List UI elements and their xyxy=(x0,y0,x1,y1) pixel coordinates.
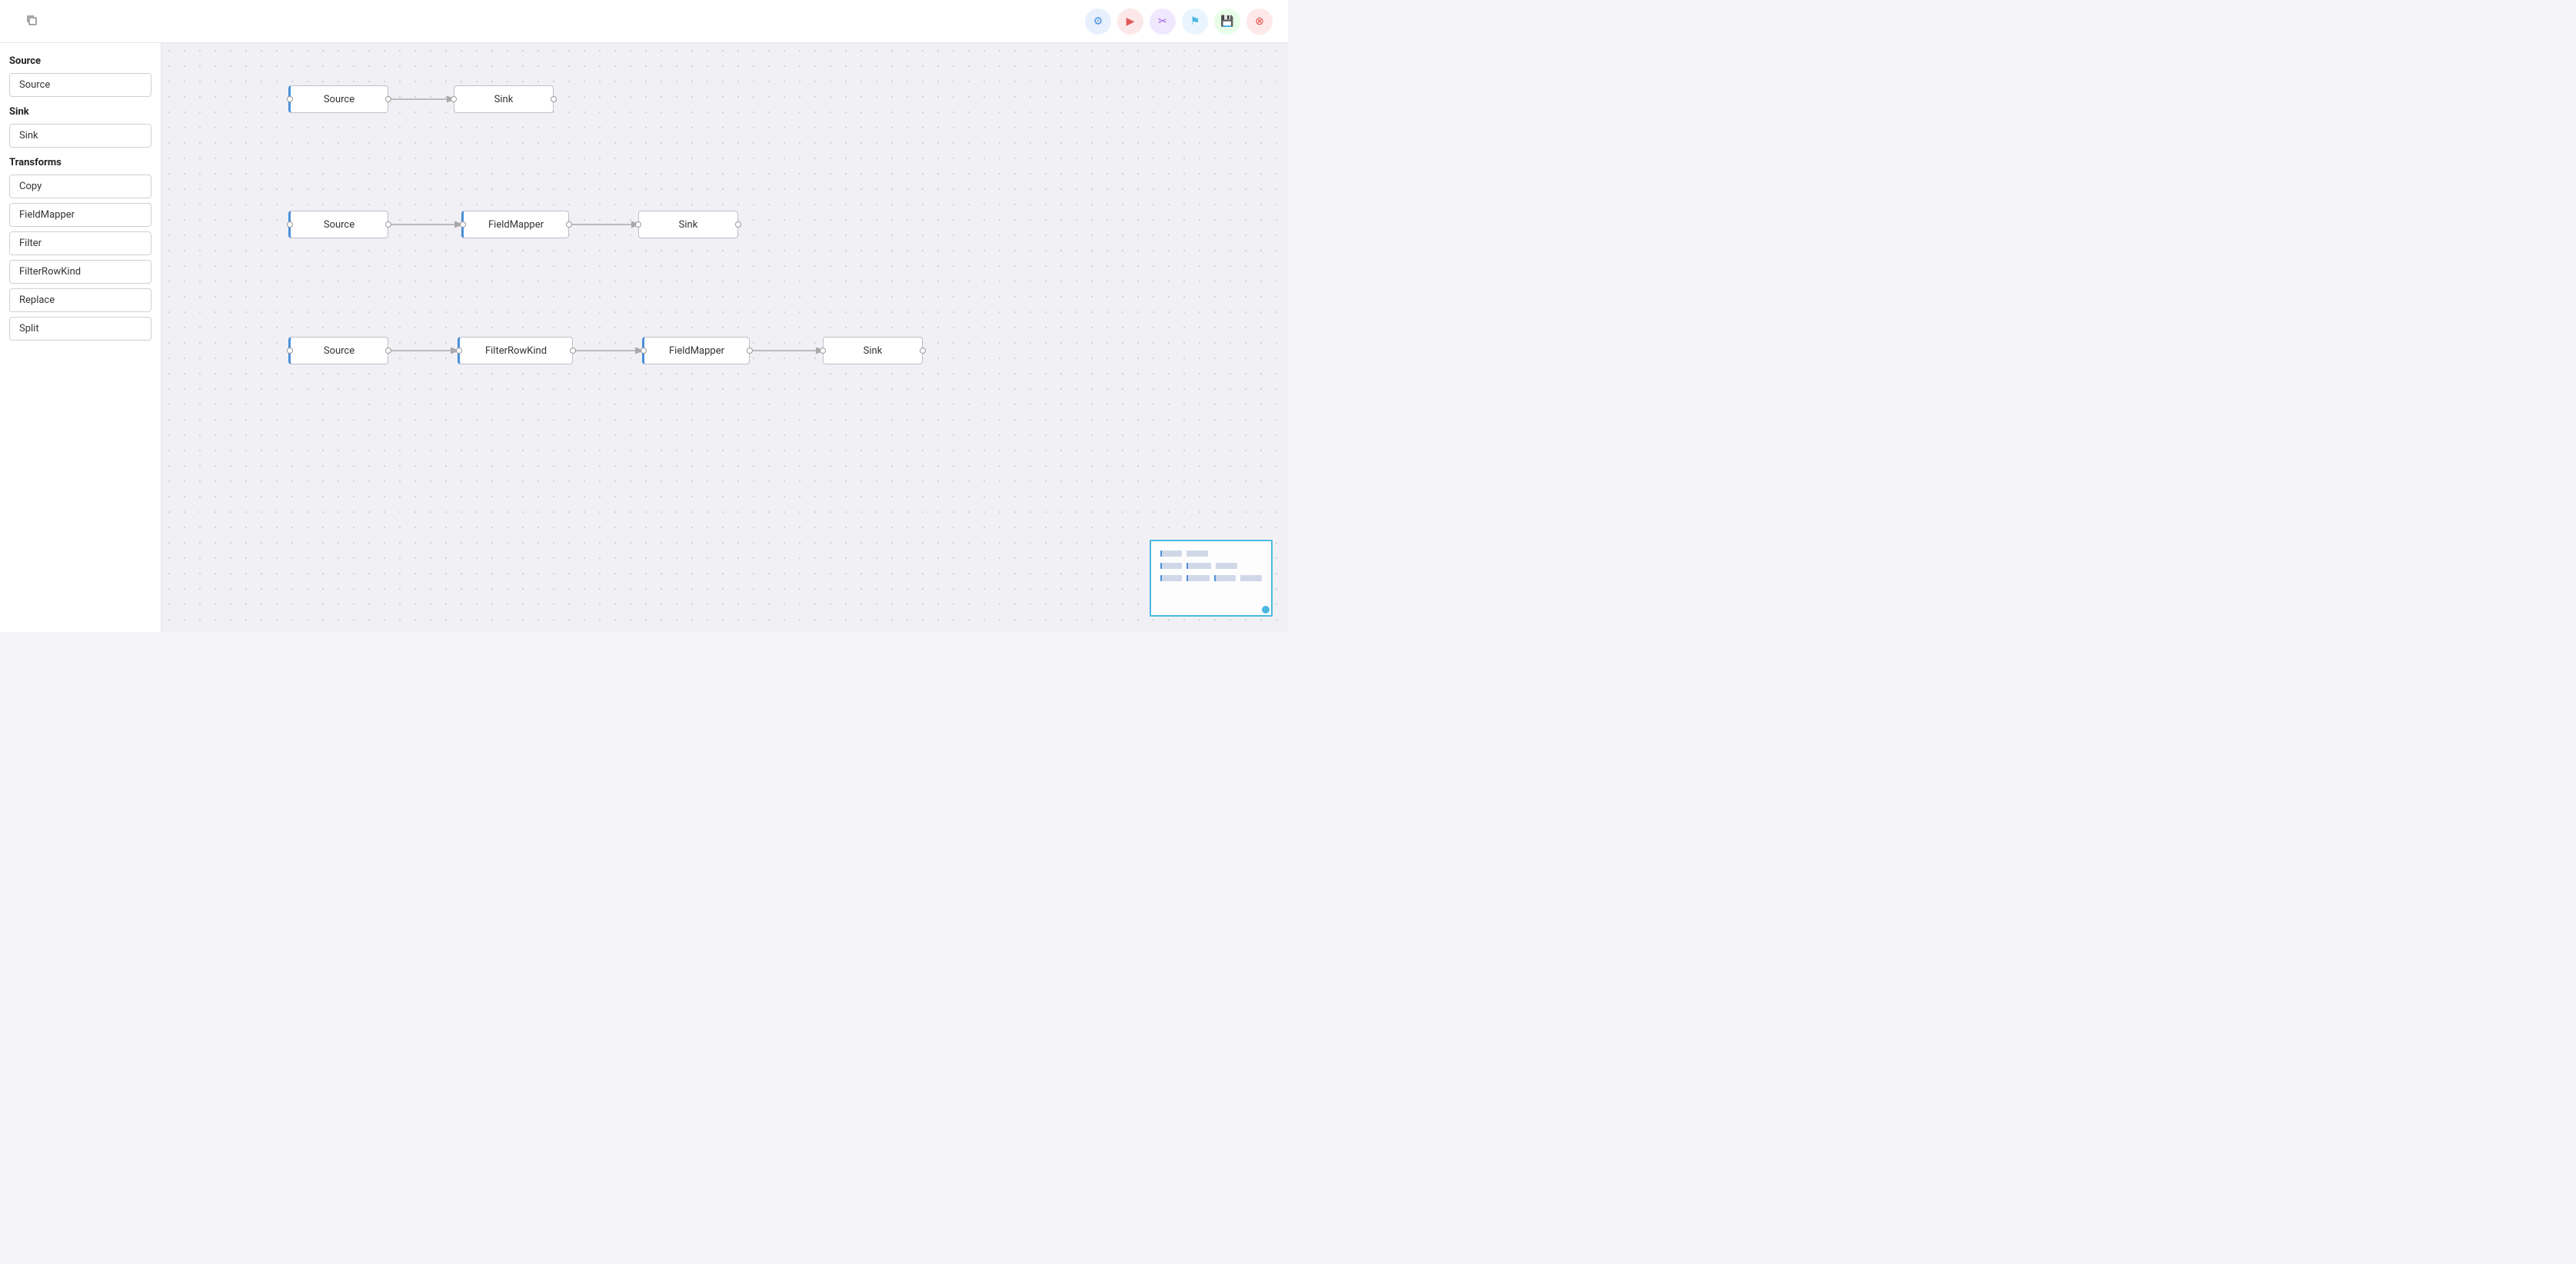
sidebar-item-sink[interactable]: Sink xyxy=(9,124,151,148)
port-right xyxy=(385,221,391,228)
port-left xyxy=(287,221,293,228)
minimap-inner xyxy=(1151,541,1271,615)
port-left xyxy=(287,96,293,102)
sidebar-section-source: Source xyxy=(9,55,151,67)
copy-title-button[interactable] xyxy=(23,12,40,31)
node-f2n1[interactable]: Source xyxy=(288,211,388,238)
minimap-resize-handle[interactable] xyxy=(1262,606,1270,614)
gear-button[interactable]: ⚙ xyxy=(1085,8,1111,35)
sidebar-item-replace[interactable]: Replace xyxy=(9,288,151,312)
port-right xyxy=(385,96,391,102)
port-left xyxy=(287,348,293,354)
header: ⚙▶ ✂⚑💾⊗ xyxy=(0,0,1288,43)
port-left xyxy=(460,221,466,228)
sidebar-section-sink: Sink xyxy=(9,106,151,118)
minimap[interactable] xyxy=(1150,540,1273,617)
node-f3n2[interactable]: FilterRowKind xyxy=(458,337,573,364)
port-right xyxy=(735,221,741,228)
sidebar-item-filterrowkind[interactable]: FilterRowKind xyxy=(9,260,151,284)
minimap-node xyxy=(1216,563,1237,569)
stop-button[interactable]: ⊗ xyxy=(1246,8,1273,35)
sidebar-item-copy[interactable]: Copy xyxy=(9,175,151,198)
node-f3n4[interactable]: Sink xyxy=(823,337,923,364)
port-left xyxy=(635,221,641,228)
node-f1n2[interactable]: Sink xyxy=(454,85,554,113)
main-layout: Source Source Sink Sink Transforms Copy FieldM… xyxy=(0,43,1288,632)
sidebar-item-split[interactable]: Split xyxy=(9,317,151,341)
header-actions: ⚙▶ ✂⚑💾⊗ xyxy=(1085,8,1273,35)
port-left xyxy=(641,348,647,354)
sidebar-item-source[interactable]: Source xyxy=(9,73,151,97)
port-right xyxy=(551,96,557,102)
node-f2n2[interactable]: FieldMapper xyxy=(461,211,569,238)
scissors-button[interactable]: ✂ xyxy=(1150,8,1176,35)
node-f3n1[interactable]: Source xyxy=(288,337,388,364)
save-button[interactable]: 💾 xyxy=(1214,8,1240,35)
port-right xyxy=(920,348,926,354)
node-f2n3[interactable]: Sink xyxy=(638,211,738,238)
minimap-node xyxy=(1186,551,1208,557)
node-f1n1[interactable]: Source xyxy=(288,85,388,113)
flag-button[interactable]: ⚑ xyxy=(1182,8,1208,35)
minimap-node xyxy=(1186,575,1210,581)
sidebar-item-fieldmapper[interactable]: FieldMapper xyxy=(9,203,151,227)
minimap-node xyxy=(1186,563,1211,569)
header-left xyxy=(15,12,40,31)
port-right xyxy=(747,348,753,354)
minimap-node xyxy=(1160,551,1182,557)
minimap-node xyxy=(1214,575,1236,581)
play-button[interactable]: ▶ xyxy=(1117,8,1143,35)
minimap-node xyxy=(1240,575,1262,581)
port-left xyxy=(456,348,462,354)
minimap-node xyxy=(1160,575,1182,581)
port-right xyxy=(570,348,576,354)
minimap-node xyxy=(1160,563,1182,569)
node-f3n3[interactable]: FieldMapper xyxy=(642,337,750,364)
sidebar: Source Source Sink Sink Transforms Copy FieldM… xyxy=(0,43,161,632)
port-left xyxy=(820,348,826,354)
canvas[interactable]: Source Sink Source FieldMapper Sink Source Fil… xyxy=(161,43,1288,632)
sidebar-item-filter[interactable]: Filter xyxy=(9,231,151,255)
port-left xyxy=(451,96,457,102)
port-right xyxy=(566,221,572,228)
sidebar-section-transforms: Transforms xyxy=(9,157,151,168)
port-right xyxy=(385,348,391,354)
